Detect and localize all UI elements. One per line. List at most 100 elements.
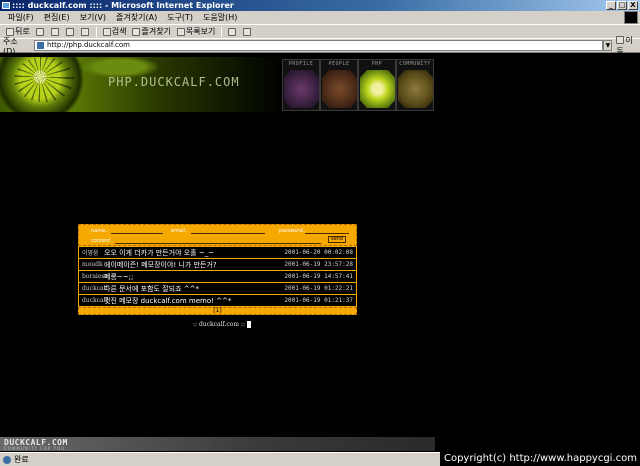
home-icon [80, 27, 89, 36]
nav-tab-people[interactable]: PEOPLE [320, 59, 358, 111]
site-logo[interactable]: PHP.DUCKCALF.COM [108, 75, 240, 89]
nav-tab-label: PEOPLE [328, 61, 350, 67]
address-label: 주소(D) [3, 36, 18, 56]
forward-arrow-icon [35, 27, 44, 36]
maximize-button[interactable]: □ [617, 1, 627, 10]
entry-author[interactable]: duckcalf [82, 285, 108, 292]
content-input[interactable] [115, 243, 321, 244]
minimize-button[interactable]: _ [606, 1, 616, 10]
profile-thumbnail [284, 70, 319, 108]
content-label: content.. [91, 238, 114, 244]
entry-author[interactable]: boraiese [82, 273, 108, 280]
guestbook-entry: duckcalf 다른 문서에 포함도 잘되죠 ^^* 2001-06-19 0… [79, 283, 356, 295]
status-text: 완료 [14, 455, 29, 464]
history-button[interactable]: 목록보기 [176, 26, 216, 37]
toolbar: 뒤로 검색 즐겨찾기 목록보기 [0, 24, 640, 38]
menu-tools[interactable]: 도구(T) [167, 12, 193, 23]
toolbar-separator [221, 26, 223, 37]
address-url: http://php.duckcalf.com [47, 41, 130, 49]
email-input[interactable] [191, 233, 265, 234]
entry-date: 2001-06-19 23:57:28 [284, 261, 353, 268]
forward-button[interactable] [35, 27, 45, 36]
favorites-label: 즐겨찾기 [141, 27, 171, 36]
people-thumbnail [322, 70, 357, 108]
kiwi-seeds [14, 57, 74, 102]
entry-author[interactable]: duckcalf [82, 297, 108, 304]
favorites-button[interactable]: 즐겨찾기 [132, 26, 171, 37]
stop-icon [50, 27, 59, 36]
nav-tab-profile[interactable]: PROFILE [282, 59, 320, 111]
stop-button[interactable] [50, 27, 60, 36]
entry-message: 멋진 메모장 duckcalf.com memo! ^^* [104, 296, 232, 305]
windows-logo-icon [624, 11, 638, 24]
address-dropdown-button[interactable]: ▼ [603, 40, 613, 51]
page-link[interactable]: [1] [213, 307, 222, 314]
toolbar-separator [95, 26, 97, 37]
kiwi-image: PHP.DUCKCALF.COM [0, 57, 282, 112]
footer-copyright-text: :: duckcalf.com :: [193, 321, 246, 328]
entry-author[interactable]: 이영웅 [82, 248, 104, 257]
site-nav: PROFILE PEOPLE PHP COMMUNITY [282, 59, 435, 111]
guestbook-entry: boraiese 메롱~~;; 2001-06-19 14:57:41 [79, 271, 356, 283]
community-thumbnail [398, 70, 433, 108]
entry-message: 다른 문서에 포함도 잘되죠 ^^* [104, 284, 199, 293]
window-controls: _ □ X [606, 1, 638, 10]
footer-copyright: :: duckcalf.com :: [193, 321, 252, 328]
send-button[interactable]: send [328, 236, 346, 243]
entry-date: 2001-06-19 14:57:41 [284, 273, 353, 280]
name-input[interactable] [111, 233, 163, 234]
menu-view[interactable]: 보기(V) [80, 12, 106, 23]
menu-favorites[interactable]: 즐겨찾기(A) [116, 12, 157, 23]
email-label: email.. [171, 228, 188, 234]
mail-button[interactable] [228, 27, 237, 36]
nav-tab-community[interactable]: COMMUNITY [396, 59, 434, 111]
entry-date: 2001-06-19 01:21:37 [284, 297, 353, 304]
history-label: 목록보기 [185, 27, 216, 36]
guestbook: name.. email.. password.. content.. send… [78, 224, 357, 315]
nav-tab-label: PROFILE [288, 61, 314, 67]
password-input[interactable] [305, 233, 349, 234]
mail-icon [228, 27, 237, 36]
bottom-brand-tagline: COMMUNITY FOR YOU.. [4, 446, 70, 451]
site-banner: PHP.DUCKCALF.COM PROFILE PEOPLE PHP COMM… [0, 57, 435, 112]
entry-date: 2001-06-19 01:22:21 [284, 285, 353, 292]
copyright-watermark: Copyright(c) http://www.happycgi.com [439, 452, 640, 466]
menu-file[interactable]: 파일(F) [8, 12, 34, 23]
page-viewport: PHP.DUCKCALF.COM PROFILE PEOPLE PHP COMM… [0, 54, 640, 452]
guestbook-entry: duckcalf 멋진 메모장 duckcalf.com memo! ^^* 2… [79, 295, 356, 307]
guestbook-entry: 이영웅 오오 이게 더카가 만든거야 오홀 ~_~ 2001-06-20 00:… [79, 247, 356, 259]
refresh-icon [65, 27, 74, 36]
entry-message: 에이메이즌! 메모장이야! 니가 만든거? [104, 260, 217, 269]
menu-help[interactable]: 도움말(H) [203, 12, 237, 23]
search-label: 검색 [111, 27, 127, 36]
guestbook-form: name.. email.. password.. content.. send [78, 224, 357, 246]
favorites-icon [132, 27, 141, 36]
guestbook-entries: 이영웅 오오 이게 더카가 만든거야 오홀 ~_~ 2001-06-20 00:… [78, 246, 357, 307]
address-bar: 주소(D) http://php.duckcalf.com ▼ 이동 [0, 36, 640, 56]
close-button[interactable]: X [628, 1, 638, 10]
text-cursor [247, 321, 252, 328]
nav-tab-label: COMMUNITY [399, 61, 431, 67]
name-label: name.. [91, 228, 109, 234]
refresh-button[interactable] [65, 27, 75, 36]
home-button[interactable] [80, 27, 90, 36]
address-input[interactable]: http://php.duckcalf.com [34, 40, 604, 51]
page-icon [37, 42, 44, 49]
search-button[interactable]: 검색 [102, 26, 127, 37]
password-label: password.. [279, 228, 307, 234]
menu-edit[interactable]: 편집(E) [44, 12, 70, 23]
php-thumbnail [360, 70, 395, 108]
ie-app-icon [2, 2, 10, 9]
window-title: :::: duckcalf.com :::: - Microsoft Inter… [12, 1, 234, 10]
nav-tab-label: PHP [371, 61, 383, 67]
print-button[interactable] [243, 27, 252, 36]
search-icon [102, 27, 111, 36]
nav-tab-php[interactable]: PHP [358, 59, 396, 111]
go-arrow-icon [616, 36, 625, 44]
entry-message: 메롱~~;; [104, 272, 134, 281]
print-icon [243, 27, 252, 36]
entry-author[interactable]: moudk [82, 261, 104, 268]
history-icon [176, 27, 185, 36]
window-title-bar: :::: duckcalf.com :::: - Microsoft Inter… [0, 0, 640, 11]
page-status-icon [3, 455, 11, 464]
